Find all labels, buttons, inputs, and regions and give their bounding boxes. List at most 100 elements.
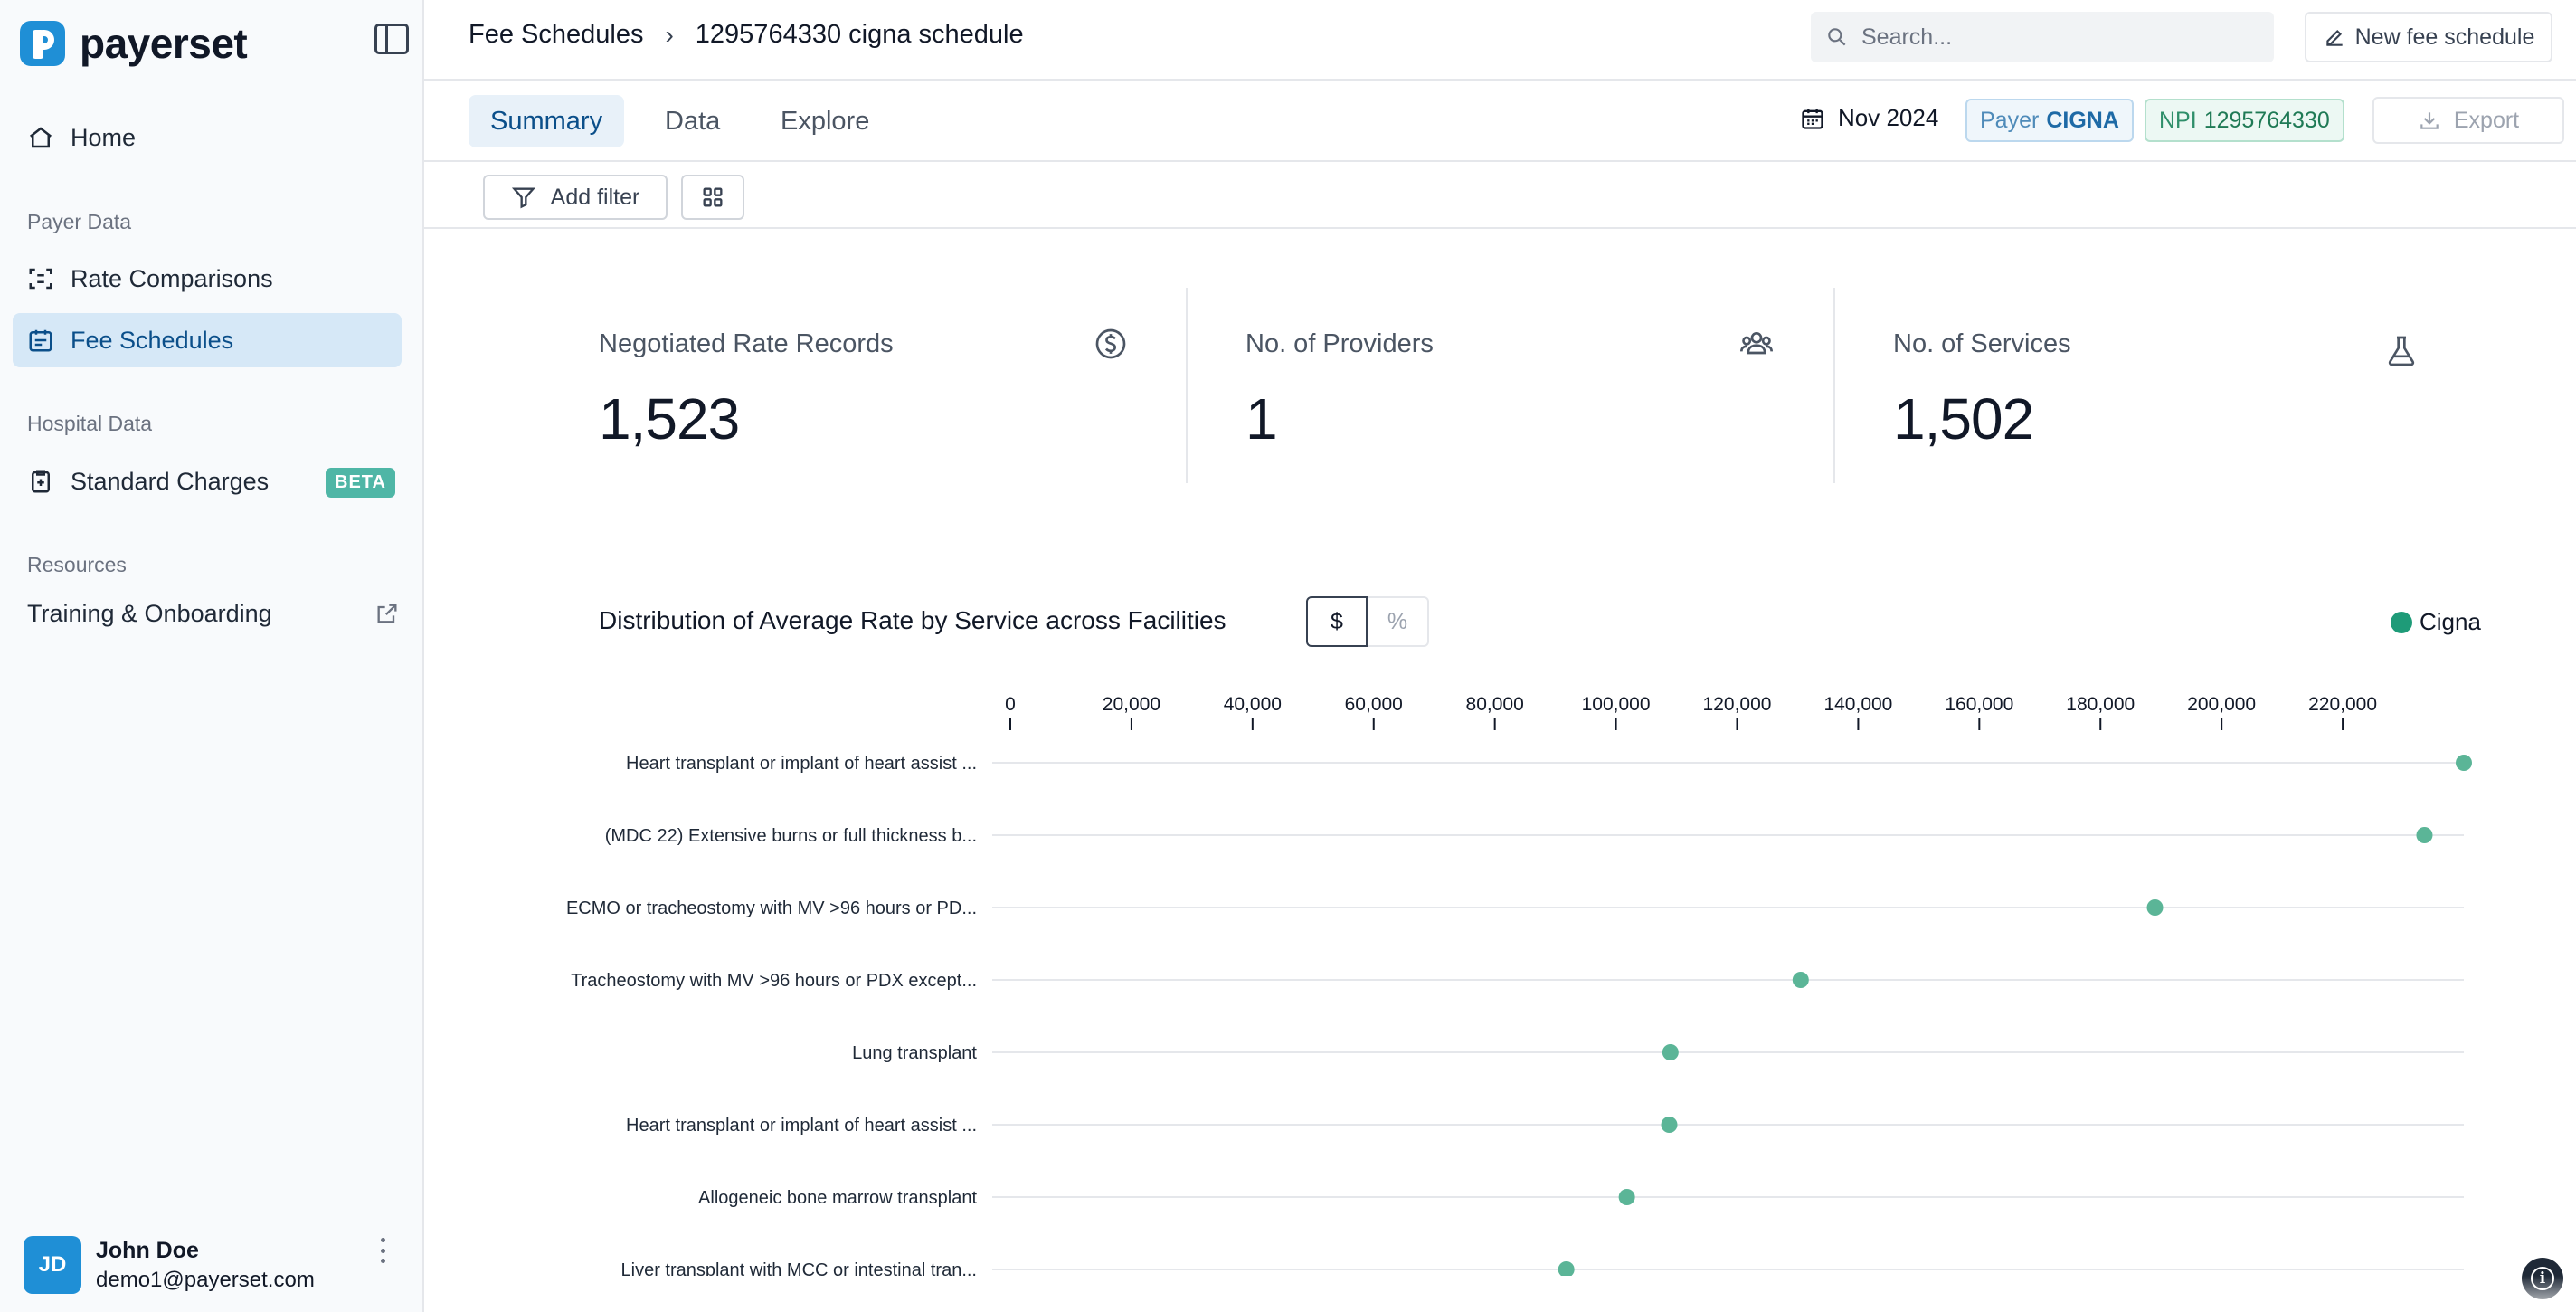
export-label: Export (2453, 107, 2520, 133)
calendar-icon (1802, 109, 1823, 129)
sidebar-item-label: Home (71, 123, 137, 151)
payer-chip-label: Payer (1980, 107, 2040, 133)
home-icon (27, 124, 54, 151)
add-filter-label: Add filter (550, 184, 640, 210)
filter-icon (511, 187, 535, 209)
stat-card-providers: No. of Providers 1 (1245, 286, 1893, 483)
data-point (1558, 1261, 1575, 1276)
stat-label: Negotiated Rate Records (599, 329, 894, 358)
grid-icon (703, 187, 723, 207)
avatar: JD (24, 1236, 81, 1294)
sidebar-item-fee-schedules[interactable]: Fee Schedules (13, 313, 402, 367)
sidebar-item-standard-charges[interactable]: Standard Charges BETA (13, 454, 402, 509)
rate-distribution-chart: 0 20,000 40,000 60,000 80,000 100,000 120,000 1… (566, 694, 2472, 1276)
breadcrumb-current: 1295764330 cigna schedule (695, 20, 1024, 49)
x-tick-label: 40,000 (1224, 694, 1282, 715)
sidebar-item-label: Fee Schedules (71, 326, 234, 354)
info-button[interactable]: i (2522, 1258, 2563, 1299)
legend-swatch (2391, 611, 2412, 633)
tab-explore[interactable]: Explore (759, 95, 891, 147)
x-tick-label: 220,000 (2308, 694, 2377, 715)
section-label-hospital-data: Hospital Data (27, 412, 153, 435)
tab-data[interactable]: Data (643, 95, 742, 147)
service-label: Heart transplant or implant of heart ass… (626, 754, 977, 774)
sidebar: payerset Home Payer Data Rate Comparison… (0, 0, 424, 1312)
brand-logo[interactable]: payerset (20, 18, 248, 69)
x-tick-label: 120,000 (1703, 694, 1772, 715)
chevron-right-icon: › (665, 20, 674, 49)
x-tick-label: 100,000 (1582, 694, 1651, 715)
sidebar-toggle-icon[interactable] (374, 24, 409, 54)
new-fee-schedule-button[interactable]: New fee schedule (2305, 12, 2552, 62)
stat-value: 1,502 (1893, 386, 2034, 452)
flask-icon (2388, 336, 2415, 366)
chart-legend: Cigna (2391, 608, 2481, 636)
data-point (2416, 827, 2433, 843)
x-tick-label: 200,000 (2187, 694, 2256, 715)
breadcrumb: Fee Schedules › 1295764330 cigna schedul… (469, 20, 1024, 50)
service-label: Lung transplant (852, 1043, 977, 1063)
data-point (1662, 1044, 1679, 1060)
date-selector[interactable]: Nov 2024 (1800, 104, 1938, 132)
toggle-percent-button[interactable]: % (1368, 596, 1429, 647)
stat-card-services: No. of Services 1,502 (1893, 286, 2541, 483)
user-name: John Doe (96, 1237, 199, 1263)
data-point (2456, 755, 2472, 771)
beta-badge: BETA (326, 468, 395, 498)
payer-chip: Payer CIGNA (1965, 99, 2134, 142)
service-label: (MDC 22) Extensive burns or full thickne… (605, 826, 977, 846)
filter-bar: Add filter (424, 164, 2576, 229)
stat-value: 1 (1245, 386, 1278, 452)
search-input[interactable] (1861, 24, 2241, 51)
users-icon (1740, 332, 1773, 355)
tab-summary[interactable]: Summary (469, 95, 625, 147)
x-tick-label: 20,000 (1103, 694, 1160, 715)
export-button[interactable]: Export (2372, 97, 2564, 144)
user-profile[interactable]: JD John Doe demo1@payerset.com (24, 1236, 315, 1294)
user-email: demo1@payerset.com (96, 1267, 315, 1292)
more-options-icon[interactable] (378, 1238, 387, 1263)
x-tick-label: 60,000 (1345, 694, 1403, 715)
service-label: Tracheostomy with MV >96 hours or PDX ex… (571, 971, 977, 991)
section-label-resources: Resources (27, 553, 127, 576)
sidebar-item-training[interactable]: Training & Onboarding (13, 586, 402, 641)
stat-divider (1833, 288, 1835, 483)
sidebar-item-home[interactable]: Home (13, 110, 402, 165)
payer-chip-value: CIGNA (2046, 107, 2119, 133)
chart-title: Distribution of Average Rate by Service … (599, 606, 1226, 634)
date-label: Nov 2024 (1838, 104, 1939, 131)
sidebar-item-label: Standard Charges (71, 467, 270, 495)
info-icon: i (2531, 1267, 2554, 1290)
sidebar-item-rate-comparisons[interactable]: Rate Comparisons (13, 252, 402, 306)
external-link-icon (377, 604, 397, 623)
npi-chip-value: 1295764330 (2203, 107, 2330, 133)
payerset-logo-icon (20, 21, 65, 66)
new-fee-schedule-label: New fee schedule (2354, 24, 2535, 50)
tab-bar: Summary Data Explore Nov 2024 Payer CIGNA… (424, 82, 2576, 162)
edit-icon (2325, 29, 2343, 46)
x-tick-label: 160,000 (1945, 694, 2013, 715)
stat-label: No. of Services (1893, 329, 2071, 358)
clipboard-plus-icon (27, 468, 54, 495)
x-tick-label: 80,000 (1466, 694, 1524, 715)
service-label: Liver transplant with MCC or intestinal … (621, 1260, 978, 1276)
stat-card-records: Negotiated Rate Records 1,523 (599, 286, 1246, 483)
npi-chip-label: NPI (2159, 107, 2197, 133)
service-label: ECMO or tracheostomy with MV >96 hours o… (566, 898, 977, 918)
x-tick-label: 140,000 (1823, 694, 1892, 715)
stat-value: 1,523 (599, 386, 740, 452)
add-filter-button[interactable]: Add filter (483, 175, 668, 220)
npi-chip: NPI 1295764330 (2145, 99, 2344, 142)
unit-toggle: $ % (1306, 596, 1429, 647)
download-icon (2420, 112, 2439, 129)
x-tick-label: 0 (1005, 694, 1016, 715)
toggle-dollar-button[interactable]: $ (1306, 596, 1368, 647)
stat-label: No. of Providers (1245, 329, 1434, 358)
scan-compare-icon (27, 265, 54, 292)
calendar-list-icon (27, 327, 54, 354)
breadcrumb-fee-schedules[interactable]: Fee Schedules (469, 20, 643, 50)
data-point (2146, 899, 2164, 916)
layout-grid-button[interactable] (681, 175, 744, 220)
search-box[interactable] (1811, 12, 2274, 62)
section-label-payer-data: Payer Data (27, 210, 132, 233)
